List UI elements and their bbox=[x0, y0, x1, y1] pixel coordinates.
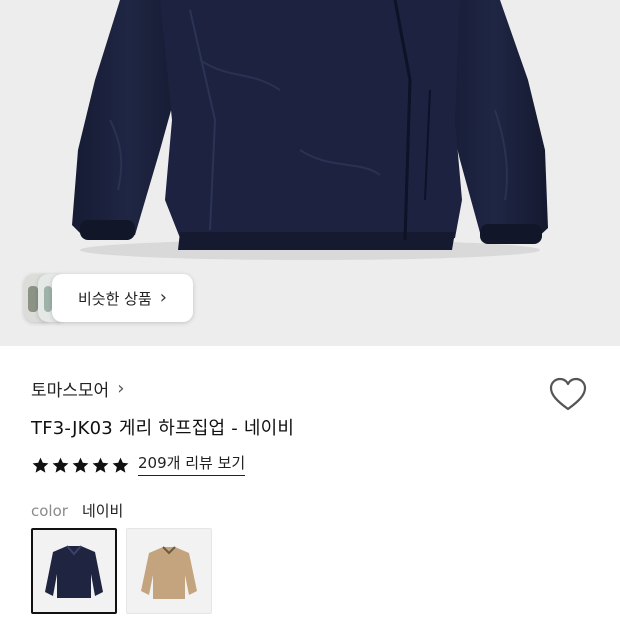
color-label: color bbox=[31, 501, 68, 520]
similar-products-button[interactable]: 비슷한 상품 › bbox=[52, 274, 193, 322]
review-link[interactable]: 209개 리뷰 보기 bbox=[138, 455, 246, 476]
color-selected-value: 네이비 bbox=[81, 502, 124, 520]
star-rating bbox=[31, 456, 130, 475]
color-swatch-navy[interactable] bbox=[31, 528, 117, 614]
heart-outline-icon[interactable] bbox=[549, 377, 587, 413]
star-icon bbox=[72, 457, 89, 473]
product-title: TF3-JK03 게리 하프집업 - 네이비 bbox=[31, 418, 295, 439]
navy-jacket-thumbnail bbox=[33, 530, 115, 612]
color-swatch-beige[interactable] bbox=[126, 528, 212, 614]
color-option-row: color 네이비 bbox=[31, 500, 123, 521]
chevron-right-icon: › bbox=[159, 287, 167, 308]
star-icon bbox=[32, 457, 49, 473]
product-hero-image[interactable]: 비슷한 상품 › bbox=[0, 0, 620, 346]
star-icon bbox=[112, 457, 129, 473]
brand-link[interactable]: 토마스모어 › bbox=[31, 376, 124, 401]
beige-jacket-thumbnail bbox=[127, 529, 211, 613]
star-icon bbox=[52, 457, 69, 473]
star-icon bbox=[92, 457, 109, 473]
rating-row: 209개 리뷰 보기 bbox=[31, 455, 246, 476]
similar-products-label: 비슷한 상품 bbox=[78, 289, 152, 308]
chevron-right-icon: › bbox=[117, 377, 125, 399]
brand-name: 토마스모어 bbox=[31, 381, 110, 401]
